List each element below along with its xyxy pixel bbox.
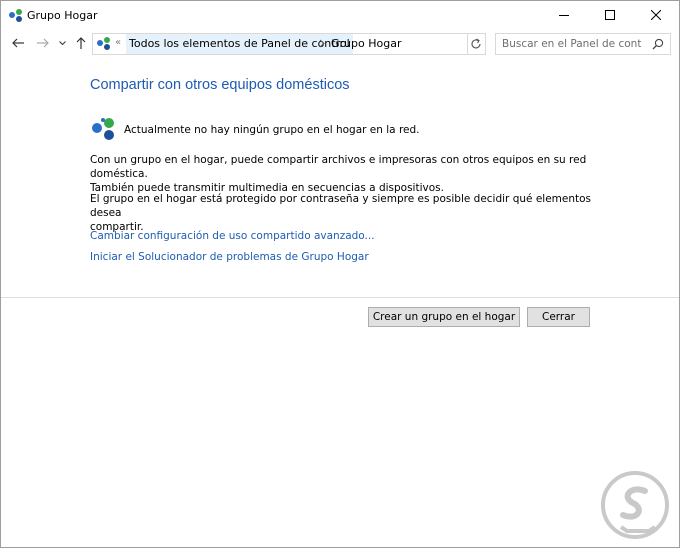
breadcrumb-homegroup[interactable]: Grupo Hogar (331, 34, 401, 53)
forward-arrow-icon (37, 38, 49, 48)
homegroup-troubleshooter-link[interactable]: Iniciar el Solucionador de problemas de … (90, 251, 369, 263)
up-button[interactable] (72, 34, 90, 52)
window-title: Grupo Hogar (27, 9, 98, 22)
back-arrow-icon (12, 38, 24, 48)
search-input[interactable] (502, 34, 642, 54)
address-overflow[interactable]: « (115, 37, 121, 48)
homegroup-window: Grupo Hogar « Todos los elementos de Pan… (0, 0, 680, 548)
recent-locations-button[interactable] (56, 34, 68, 52)
forward-button[interactable] (34, 34, 52, 52)
page-title: Compartir con otros equipos domésticos (90, 77, 350, 93)
close-button[interactable]: Cerrar (527, 307, 590, 327)
description-line: El grupo en el hogar está protegido por … (90, 193, 592, 219)
back-button[interactable] (9, 34, 27, 52)
watermark-logo-icon (601, 471, 669, 539)
advanced-sharing-settings-link[interactable]: Cambiar configuración de uso compartido … (90, 230, 375, 242)
create-homegroup-button[interactable]: Crear un grupo en el hogar (368, 307, 520, 327)
up-arrow-icon (76, 37, 86, 49)
title-bar: Grupo Hogar (1, 1, 679, 31)
description-paragraph-1: Con un grupo en el hogar, puede comparti… (90, 153, 610, 195)
minimize-icon (559, 15, 569, 16)
homegroup-icon (97, 37, 110, 50)
homegroup-icon (92, 118, 114, 140)
description-line: Con un grupo en el hogar, puede comparti… (90, 154, 587, 180)
search-box[interactable] (495, 33, 671, 55)
description-paragraph-2: El grupo en el hogar está protegido por … (90, 192, 610, 234)
maximize-button[interactable] (587, 1, 633, 29)
close-window-button[interactable] (633, 1, 679, 29)
homegroup-status-text: Actualmente no hay ningún grupo en el ho… (124, 124, 420, 136)
divider (1, 297, 679, 298)
refresh-button[interactable] (467, 33, 486, 55)
close-icon (651, 10, 661, 20)
breadcrumb-separator-icon[interactable] (319, 39, 325, 48)
homegroup-icon (9, 9, 22, 22)
address-bar[interactable]: « Todos los elementos de Panel de contro… (92, 33, 554, 55)
refresh-icon (471, 38, 481, 49)
maximize-icon (605, 10, 615, 20)
minimize-button[interactable] (541, 1, 587, 29)
search-icon[interactable] (652, 38, 664, 50)
navigation-bar: « Todos los elementos de Panel de contro… (1, 31, 679, 55)
recent-chevron-icon (58, 40, 66, 45)
